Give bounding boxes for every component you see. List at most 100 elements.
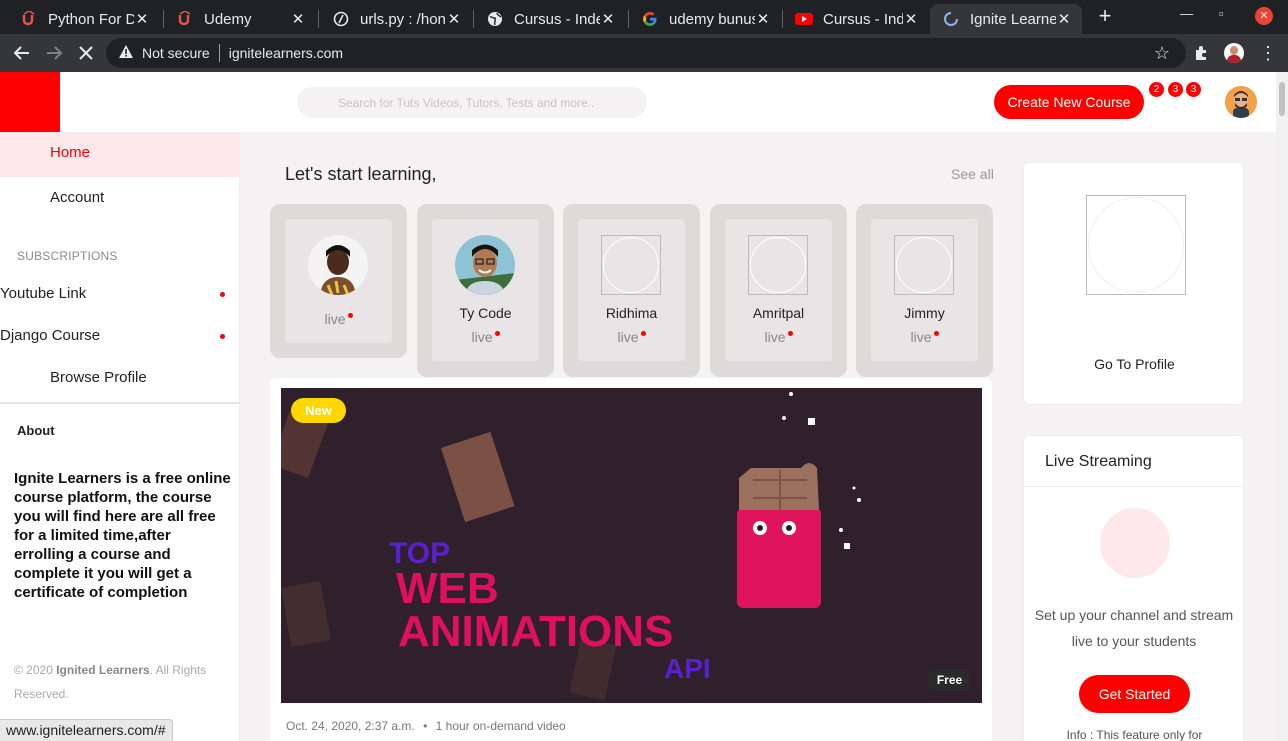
broken-image-icon <box>1086 195 1186 295</box>
live-streaming-description: Set up your channel and stream live to y… <box>1034 607 1234 649</box>
globe-icon <box>486 10 504 28</box>
youtube-icon <box>795 10 813 28</box>
live-indicator-dot <box>220 334 225 339</box>
forward-arrow-icon[interactable] <box>42 41 66 65</box>
profile-card: Go To Profile <box>1023 162 1244 405</box>
meta-separator: • <box>423 719 428 733</box>
tutor-name: Amritpal <box>752 305 805 321</box>
notification-badge[interactable]: 2 <box>1149 82 1164 97</box>
close-tab-icon[interactable]: ✕ <box>903 10 919 28</box>
about-heading: About <box>17 423 55 438</box>
message-badge[interactable]: 3 <box>1168 82 1183 97</box>
browser-toolbar: Not secure ignitelearners.com ☆ ⋮ <box>0 34 1288 72</box>
thumbnail-text: ANIMATIONS <box>398 607 673 656</box>
minimize-icon[interactable]: — <box>1180 6 1193 21</box>
tutor-card[interactable]: live <box>270 204 407 358</box>
broken-image-icon <box>748 235 808 295</box>
address-divider <box>218 44 220 62</box>
browser-tab[interactable]: Udemy ✕ <box>164 4 316 34</box>
profile-avatar-icon[interactable] <box>1222 41 1246 65</box>
thumbnail-text: API <box>664 653 711 684</box>
sidebar: Home Account SUBSCRIPTIONS Youtube Link … <box>0 132 240 741</box>
tutor-photo <box>455 235 515 295</box>
live-streaming-card: Live Streaming Set up your channel and s… <box>1023 435 1244 741</box>
tutor-status: live <box>285 311 392 327</box>
tutor-card[interactable]: Ridhima live <box>563 204 700 377</box>
site-logo[interactable] <box>0 72 60 132</box>
see-all-link[interactable]: See all <box>951 166 994 182</box>
close-tab-icon[interactable]: ✕ <box>755 10 771 28</box>
live-streaming-info: Info : This feature only for <box>1066 728 1203 741</box>
tutor-card-inner: Ty Code live <box>432 219 539 361</box>
page-viewport: Create New Course 2 3 3 Home Account SUB… <box>0 72 1276 741</box>
scrollbar-thumb[interactable] <box>1279 82 1285 116</box>
sidebar-item-home[interactable]: Home <box>0 132 240 177</box>
search-input[interactable] <box>297 87 647 118</box>
loading-spinner-icon <box>942 10 960 28</box>
get-started-button[interactable]: Get Started <box>1079 675 1190 713</box>
new-tab-button[interactable]: + <box>1094 5 1116 29</box>
restore-icon[interactable]: ▫ <box>1219 6 1224 21</box>
tutor-card[interactable]: Ty Code live <box>417 204 554 377</box>
close-tab-icon[interactable]: ✕ <box>600 10 616 28</box>
page-scrollbar[interactable] <box>1276 72 1288 741</box>
sidebar-divider <box>0 402 240 404</box>
back-arrow-icon[interactable] <box>10 41 34 65</box>
security-label[interactable]: Not secure <box>142 45 210 61</box>
section-title: Let's start learning, <box>285 164 437 184</box>
extensions-puzzle-icon[interactable] <box>1190 41 1214 65</box>
tutor-card-inner: Ridhima live <box>578 219 685 361</box>
tab-separator <box>318 10 319 28</box>
tutor-name: Ty Code <box>459 305 512 321</box>
create-new-course-button[interactable]: Create New Course <box>994 85 1144 119</box>
more-vert-icon[interactable]: ⋮ <box>1256 41 1280 65</box>
course-duration: 1 hour on-demand video <box>435 719 566 733</box>
google-icon <box>641 10 659 28</box>
sidebar-item-account[interactable]: Account <box>50 189 104 206</box>
about-text: Ignite Learners is a free online course … <box>14 470 231 601</box>
browser-tab[interactable]: urls.py : /hon ✕ <box>320 4 472 34</box>
tutor-card[interactable]: Amritpal live <box>710 204 847 377</box>
course-thumbnail[interactable]: TOP WEB ANIMATIONS API New Free <box>281 388 982 703</box>
sidebar-item-browse-profile[interactable]: Browse Profile <box>50 369 147 386</box>
udemy-icon <box>20 10 38 28</box>
stop-loading-icon[interactable] <box>74 41 98 65</box>
sidebar-item-youtube-link[interactable]: Youtube Link <box>0 285 86 302</box>
browser-tab[interactable]: Python For D ✕ <box>8 4 160 34</box>
browser-tabstrip: Python For D ✕ Udemy ✕ urls.py : /hon ✕ … <box>0 0 1288 34</box>
live-indicator-dot <box>494 331 500 336</box>
address-url[interactable]: ignitelearners.com <box>229 45 343 61</box>
sidebar-item-django-course[interactable]: Django Course <box>0 327 100 344</box>
course-meta: Oct. 24, 2020, 2:37 a.m. • 1 hour on-dem… <box>286 719 566 733</box>
warning-icon <box>118 44 134 62</box>
tutor-card[interactable]: Jimmy live <box>856 204 993 377</box>
browser-tab[interactable]: Cursus - Inde ✕ <box>474 4 626 34</box>
cart-badge[interactable]: 3 <box>1186 82 1201 97</box>
browser-tab[interactable]: Cursus - Inde ✕ <box>783 4 929 34</box>
course-date: Oct. 24, 2020, 2:37 a.m. <box>286 719 415 733</box>
copyright-brand: Ignited Learners <box>56 663 150 677</box>
status-bar-url: www.ignitelearners.com/# <box>0 719 173 741</box>
browser-tab[interactable]: udemy bunus ✕ <box>629 4 781 34</box>
browser-tab-active[interactable]: Ignite Learne ✕ <box>930 4 1082 34</box>
course-card[interactable]: TOP WEB ANIMATIONS API New Free Oct. 24,… <box>270 378 992 741</box>
go-to-profile-link[interactable]: Go To Profile <box>1024 356 1245 372</box>
address-bar[interactable]: Not secure ignitelearners.com ☆ <box>106 38 1186 68</box>
free-badge: Free <box>929 669 970 691</box>
close-tab-icon[interactable]: ✕ <box>446 10 462 28</box>
user-avatar[interactable] <box>1225 86 1257 118</box>
new-badge: New <box>291 398 346 423</box>
tutor-card-inner: live <box>285 219 392 343</box>
live-indicator-dot <box>220 292 225 297</box>
close-tab-icon[interactable]: ✕ <box>1056 10 1072 28</box>
close-tab-icon[interactable]: ✕ <box>134 10 150 28</box>
tutor-photo <box>308 235 368 295</box>
live-indicator-dot <box>933 331 939 336</box>
broken-image-icon <box>894 235 954 295</box>
close-window-icon[interactable]: ✕ <box>1255 7 1273 25</box>
close-tab-icon[interactable]: ✕ <box>290 10 306 28</box>
bookmark-star-icon[interactable]: ☆ <box>1154 43 1170 64</box>
tutor-status: live <box>725 329 832 345</box>
live-indicator-dot <box>787 331 793 336</box>
thumbnail-text: WEB <box>396 564 499 613</box>
